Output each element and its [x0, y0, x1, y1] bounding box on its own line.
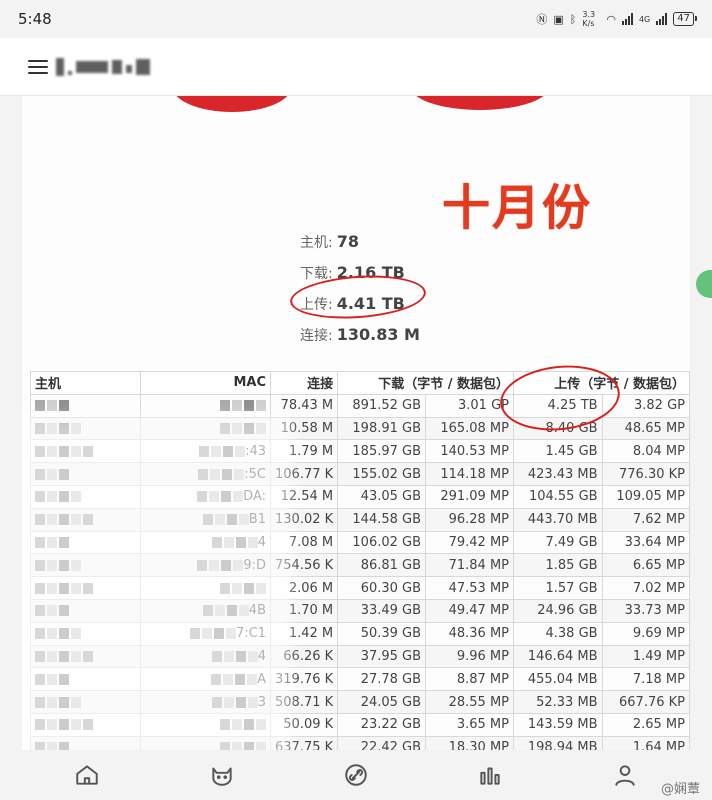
traffic-photo: 十月份 主机: 78 下载: 2.16 TB 上传: 4.41 TB 连接: 1… [22, 96, 690, 756]
person-icon [615, 765, 635, 786]
cell-ul-bytes: 1.45 GB [513, 439, 603, 464]
cell-ul-bytes: 443.70 MB [513, 507, 603, 532]
cell-ul-bytes: 455.04 MB [513, 667, 603, 692]
cell-ul-packets: 7.62 MP [601, 507, 690, 532]
cell-ul-packets: 776.30 KP [601, 462, 690, 486]
bluetooth-icon: ᛒ [569, 12, 577, 26]
watermark: @娴蕈 [660, 782, 700, 797]
cell-dl-bytes: 891.52 GB [337, 393, 427, 418]
summary-host: 主机: 78 [300, 232, 359, 251]
mac-cell [140, 393, 271, 418]
red-shape-left [172, 96, 292, 112]
nav-stats[interactable] [470, 755, 510, 795]
col-download: 下载（字节 / 数据包） [337, 371, 514, 395]
cell-dl-packets: 79.42 MP [425, 530, 514, 555]
cell-dl-packets: 71.84 MP [425, 553, 514, 578]
cell-ul-packets: 9.69 MP [601, 621, 690, 646]
side-drawer-tab[interactable] [696, 270, 712, 298]
battery-icon: 47 [673, 12, 697, 26]
cell-dl-packets: 291.09 MP [425, 484, 514, 509]
bottom-nav [0, 750, 712, 800]
annotation-text: 十月份 [442, 180, 593, 236]
cell-dl-bytes: 198.91 GB [337, 416, 427, 441]
cell-ul-packets: 109.05 MP [601, 484, 690, 509]
status-icons: Ⓝ ▣ ᛒ 3.3 K/s ◠ 4G 47 [536, 10, 697, 28]
cat-face-icon [211, 767, 232, 786]
col-mac: MAC [140, 371, 271, 395]
redaction-mask-left [22, 416, 292, 756]
cell-dl-bytes: 23.22 GB [337, 712, 427, 737]
cell-dl-bytes: 144.58 GB [337, 507, 427, 532]
cell-ul-bytes: 1.57 GB [513, 576, 603, 600]
network-type: 4G [638, 14, 651, 24]
cell-ul-bytes: 7.49 GB [513, 530, 603, 555]
cell-dl-bytes: 185.97 GB [337, 439, 427, 464]
cell-dl-packets: 9.96 MP [425, 644, 514, 669]
redacted-title [56, 57, 150, 76]
nav-cat[interactable] [202, 755, 242, 795]
cell-dl-bytes: 50.39 GB [337, 621, 427, 646]
cell-dl-bytes: 37.95 GB [337, 644, 427, 669]
wifi-icon: ◠ [606, 12, 616, 26]
cell-dl-bytes: 43.05 GB [337, 484, 427, 509]
cell-ul-packets: 6.65 MP [601, 553, 690, 578]
menu-icon[interactable] [28, 59, 48, 74]
cell-ul-packets: 667.76 KP [601, 690, 690, 714]
vibrate-icon: ▣ [553, 12, 564, 26]
status-time: 5:48 [18, 10, 52, 28]
cell-ul-packets: 8.04 MP [601, 439, 690, 464]
cell-ul-packets: 7.18 MP [601, 667, 690, 692]
cell-ul-bytes: 104.55 GB [513, 484, 603, 509]
red-shape-right [410, 96, 550, 110]
cell-dl-bytes: 33.49 GB [337, 598, 427, 623]
cell-ul-packets: 2.65 MP [601, 712, 690, 737]
cell-ul-packets: 33.64 MP [601, 530, 690, 555]
cell-dl-packets: 28.55 MP [425, 690, 514, 714]
cell-dl-bytes: 60.30 GB [337, 576, 427, 600]
col-host: 主机 [30, 371, 141, 395]
nfc-icon: Ⓝ [536, 13, 548, 26]
cell-ul-bytes: 146.64 MB [513, 644, 603, 669]
cell-dl-packets: 165.08 MP [425, 416, 514, 441]
cell-ul-packets: 7.02 MP [601, 576, 690, 600]
host-cell-redacted [30, 393, 141, 418]
cell-dl-packets: 140.53 MP [425, 439, 514, 464]
cell-dl-bytes: 86.81 GB [337, 553, 427, 578]
cell-ul-bytes: 4.38 GB [513, 621, 603, 646]
nav-home[interactable] [67, 755, 107, 795]
cell-dl-packets: 3.65 MP [425, 712, 514, 737]
cell-dl-bytes: 24.05 GB [337, 690, 427, 714]
home-icon [76, 765, 98, 785]
status-bar: 5:48 Ⓝ ▣ ᛒ 3.3 K/s ◠ 4G 47 [0, 0, 712, 38]
signal-icon [621, 13, 633, 25]
cell-dl-bytes: 106.02 GB [337, 530, 427, 555]
cell-ul-packets: 33.73 MP [601, 598, 690, 623]
cell-connections: 78.43 M [269, 393, 339, 418]
network-speed: 3.3 K/s [582, 10, 596, 28]
cell-ul-bytes: 143.59 MB [513, 712, 603, 737]
cell-ul-bytes: 1.85 GB [513, 553, 603, 578]
bar-chart-icon [480, 767, 501, 785]
nav-profile[interactable] [605, 755, 645, 795]
cell-dl-packets: 114.18 MP [425, 462, 514, 486]
cell-dl-packets: 49.47 MP [425, 598, 514, 623]
cell-dl-bytes: 155.02 GB [337, 462, 427, 486]
summary-connections: 连接: 130.83 M [300, 325, 420, 344]
cell-ul-bytes: 24.96 GB [513, 598, 603, 623]
app-header [0, 38, 712, 96]
signal-icon-2 [656, 13, 668, 25]
cell-dl-packets: 96.28 MP [425, 507, 514, 532]
cell-dl-packets: 8.87 MP [425, 667, 514, 692]
cell-dl-packets: 47.53 MP [425, 576, 514, 600]
cell-ul-bytes: 52.33 MB [513, 690, 603, 714]
cell-ul-bytes: 423.43 MB [513, 462, 603, 486]
cell-ul-packets: 1.49 MP [601, 644, 690, 669]
cell-dl-packets: 48.36 MP [425, 621, 514, 646]
cell-dl-bytes: 27.78 GB [337, 667, 427, 692]
link-icon [345, 764, 367, 786]
col-connections: 连接 [269, 371, 339, 395]
cell-ul-packets: 48.65 MP [601, 416, 690, 441]
nav-link[interactable] [336, 755, 376, 795]
